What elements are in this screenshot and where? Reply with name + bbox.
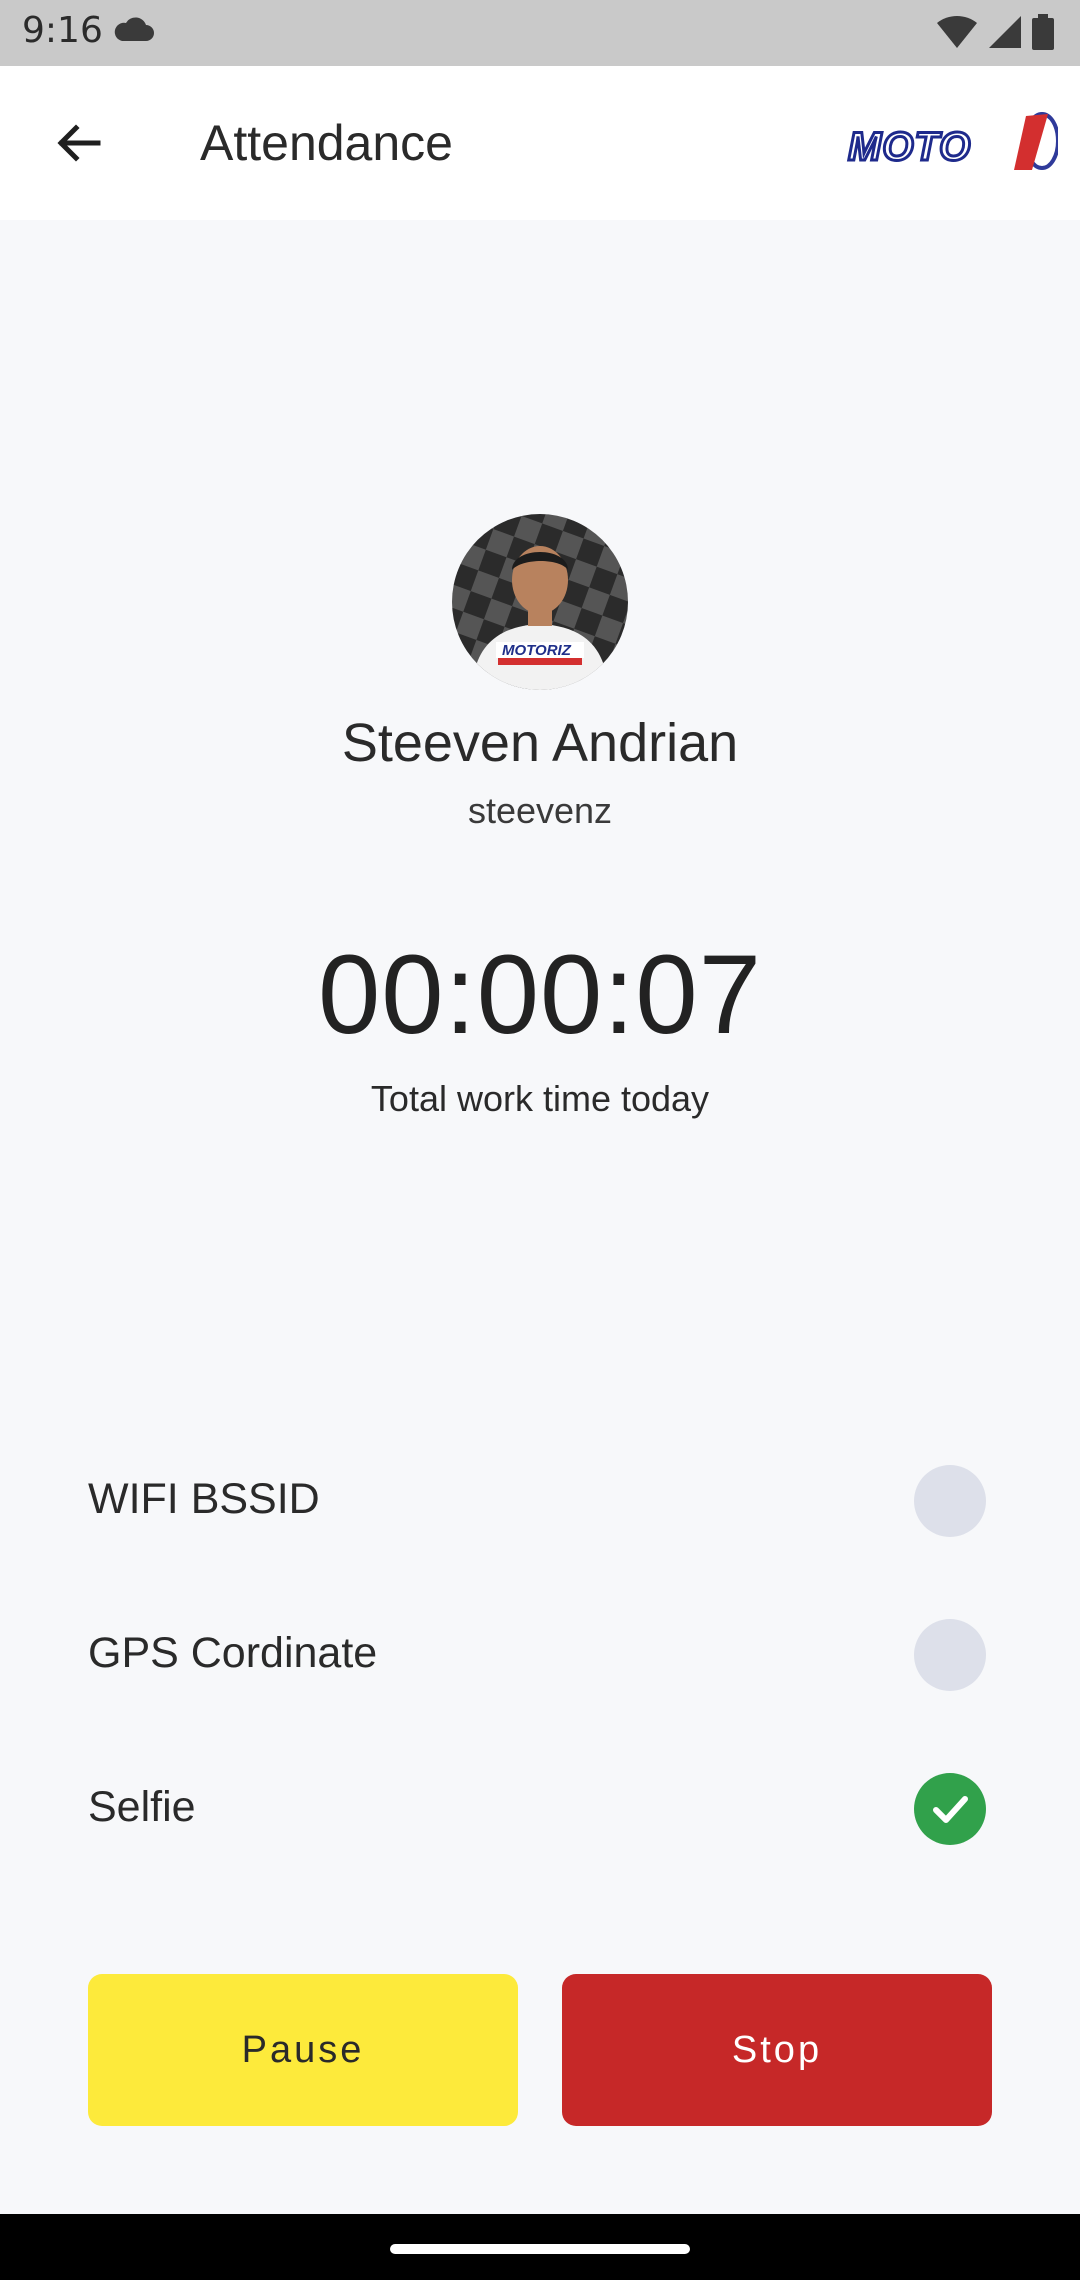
svg-text:MOTORIZ: MOTORIZ [502, 642, 572, 659]
svg-text:MOTO: MOTO [848, 125, 971, 169]
profile-name: Steeven Andrian [341, 713, 739, 773]
check-label: Selfie [88, 1783, 196, 1831]
status-time: 9:16 [22, 10, 103, 51]
check-row-wifi-bssid: WIFI BSSID [88, 1463, 988, 1539]
signal-icon [989, 16, 1021, 48]
pause-button[interactable]: Pause [88, 1974, 518, 2126]
check-circle-icon [914, 1773, 986, 1845]
status-bar: 9:16 [0, 0, 1080, 66]
cloud-icon [114, 17, 154, 41]
navigation-bar [0, 2214, 1080, 2280]
wifi-icon [937, 15, 977, 49]
status-icons [936, 12, 1054, 52]
profile-username: steevenz [467, 790, 613, 831]
check-row-gps-coordinate: GPS Cordinate [88, 1617, 988, 1693]
status-indicator-pending [914, 1465, 986, 1537]
arrow-left-icon [57, 124, 101, 162]
avatar: MOTORIZ [452, 514, 628, 690]
check-label: GPS Cordinate [88, 1629, 378, 1677]
battery-icon [1032, 14, 1054, 50]
stop-button[interactable]: Stop [562, 1974, 992, 2126]
app-bar: Attendance MOTO [0, 66, 1080, 220]
work-timer: 00:00:07 [318, 932, 762, 1057]
home-gesture-handle[interactable] [390, 2244, 690, 2254]
page-title: Attendance [200, 115, 453, 171]
back-button[interactable] [44, 109, 112, 177]
check-label: WIFI BSSID [88, 1475, 320, 1523]
status-indicator-pending [914, 1619, 986, 1691]
moto1-logo: MOTO [847, 112, 1058, 171]
check-row-selfie: Selfie [88, 1771, 988, 1847]
timer-caption: Total work time today [370, 1078, 710, 1119]
